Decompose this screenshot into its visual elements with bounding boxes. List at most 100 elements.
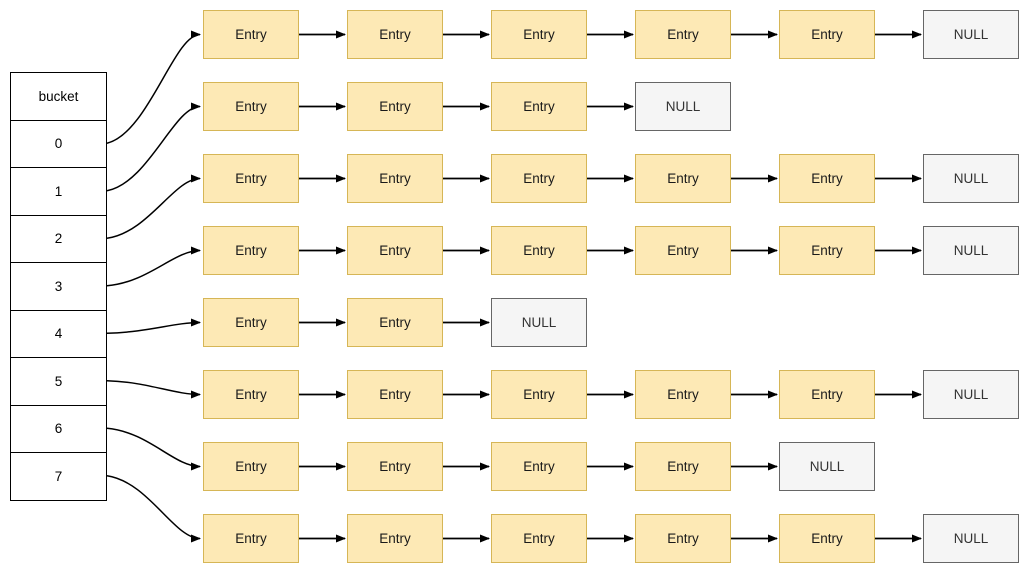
entry-node-label: Entry	[235, 458, 267, 474]
chain-row-6: Entry Entry Entry Entry NULL	[0, 442, 1030, 491]
entry-node[interactable]: Entry	[203, 370, 299, 419]
null-node[interactable]: NULL	[779, 442, 875, 491]
entry-node-label: Entry	[379, 530, 411, 546]
entry-node-label: Entry	[235, 98, 267, 114]
chain-row-1: Entry Entry Entry NULL	[0, 82, 1030, 131]
bucket-row-6[interactable]: 6	[11, 405, 106, 453]
entry-node[interactable]: Entry	[635, 514, 731, 563]
bucket-header-label: bucket	[38, 88, 79, 104]
bucket-index-label: 4	[54, 326, 63, 342]
entry-node[interactable]: Entry	[203, 154, 299, 203]
entry-node[interactable]: Entry	[347, 370, 443, 419]
entry-node-label: Entry	[379, 386, 411, 402]
entry-node[interactable]: Entry	[203, 10, 299, 59]
entry-node-label: Entry	[523, 98, 555, 114]
entry-node[interactable]: Entry	[779, 154, 875, 203]
chain-row-0: Entry Entry Entry Entry Entry NULL	[0, 10, 1030, 59]
entry-node[interactable]: Entry	[347, 154, 443, 203]
chain-row-2: Entry Entry Entry Entry Entry NULL	[0, 154, 1030, 203]
bucket-row-4[interactable]: 4	[11, 310, 106, 358]
bucket-row-3[interactable]: 3	[11, 263, 106, 311]
bucket-index-label: 2	[54, 231, 63, 247]
entry-node-label: Entry	[667, 458, 699, 474]
entry-node-label: Entry	[235, 386, 267, 402]
bucket-row-1[interactable]: 1	[11, 168, 106, 216]
entry-node-label: Entry	[379, 242, 411, 258]
entry-node-label: Entry	[523, 26, 555, 42]
entry-node[interactable]: Entry	[779, 370, 875, 419]
chain-row-5: Entry Entry Entry Entry Entry NULL	[0, 370, 1030, 419]
bucket-index-label: 1	[54, 183, 63, 199]
entry-node[interactable]: Entry	[347, 298, 443, 347]
entry-node[interactable]: Entry	[635, 10, 731, 59]
null-node-label: NULL	[953, 26, 989, 42]
entry-node-label: Entry	[523, 242, 555, 258]
bucket-index-label: 5	[54, 373, 63, 389]
entry-node[interactable]: Entry	[491, 10, 587, 59]
null-node-label: NULL	[953, 242, 989, 258]
bucket-row-7[interactable]: 7	[11, 453, 106, 501]
entry-node[interactable]: Entry	[203, 82, 299, 131]
entry-node[interactable]: Entry	[491, 370, 587, 419]
entry-node[interactable]: Entry	[491, 226, 587, 275]
entry-node[interactable]: Entry	[779, 226, 875, 275]
entry-node[interactable]: Entry	[203, 514, 299, 563]
null-node-label: NULL	[809, 458, 845, 474]
null-node[interactable]: NULL	[923, 514, 1019, 563]
null-node[interactable]: NULL	[491, 298, 587, 347]
entry-node-label: Entry	[523, 170, 555, 186]
entry-node[interactable]: Entry	[491, 442, 587, 491]
entry-node-label: Entry	[523, 530, 555, 546]
null-node-label: NULL	[953, 170, 989, 186]
entry-node-label: Entry	[811, 242, 843, 258]
entry-node[interactable]: Entry	[779, 514, 875, 563]
chain-row-3: Entry Entry Entry Entry Entry NULL	[0, 226, 1030, 275]
bucket-index-label: 7	[54, 468, 63, 484]
null-node-label: NULL	[953, 386, 989, 402]
entry-node[interactable]: Entry	[203, 226, 299, 275]
entry-node[interactable]: Entry	[347, 442, 443, 491]
entry-node[interactable]: Entry	[635, 226, 731, 275]
entry-node[interactable]: Entry	[347, 226, 443, 275]
entry-node[interactable]: Entry	[347, 514, 443, 563]
entry-node[interactable]: Entry	[635, 370, 731, 419]
entry-node[interactable]: Entry	[635, 442, 731, 491]
entry-node[interactable]: Entry	[635, 154, 731, 203]
entry-node-label: Entry	[379, 170, 411, 186]
bucket-row-0[interactable]: 0	[11, 120, 106, 168]
null-node-label: NULL	[521, 314, 557, 330]
null-node[interactable]: NULL	[923, 226, 1019, 275]
entry-node-label: Entry	[235, 26, 267, 42]
null-node-label: NULL	[665, 98, 701, 114]
bucket-row-5[interactable]: 5	[11, 358, 106, 406]
chain-container: Entry Entry Entry Entry Entry NULL Entry Entry E…	[0, 0, 1030, 575]
bucket-index-label: 6	[54, 421, 63, 437]
entry-node-label: Entry	[811, 26, 843, 42]
entry-node[interactable]: Entry	[347, 10, 443, 59]
entry-node-label: Entry	[523, 386, 555, 402]
entry-node[interactable]: Entry	[779, 10, 875, 59]
entry-node-label: Entry	[667, 242, 699, 258]
null-node[interactable]: NULL	[635, 82, 731, 131]
entry-node-label: Entry	[667, 530, 699, 546]
bucket-row-2[interactable]: 2	[11, 215, 106, 263]
null-node[interactable]: NULL	[923, 154, 1019, 203]
entry-node-label: Entry	[379, 26, 411, 42]
chain-row-4: Entry Entry NULL	[0, 298, 1030, 347]
entry-node-label: Entry	[811, 170, 843, 186]
entry-node-label: Entry	[811, 386, 843, 402]
entry-node[interactable]: Entry	[491, 154, 587, 203]
entry-node[interactable]: Entry	[347, 82, 443, 131]
chain-row-7: Entry Entry Entry Entry Entry NULL	[0, 514, 1030, 563]
null-node[interactable]: NULL	[923, 10, 1019, 59]
entry-node[interactable]: Entry	[203, 442, 299, 491]
entry-node-label: Entry	[523, 458, 555, 474]
bucket-index-label: 0	[54, 136, 63, 152]
entry-node-label: Entry	[235, 170, 267, 186]
entry-node[interactable]: Entry	[491, 514, 587, 563]
entry-node-label: Entry	[235, 314, 267, 330]
entry-node-label: Entry	[235, 242, 267, 258]
entry-node[interactable]: Entry	[491, 82, 587, 131]
null-node[interactable]: NULL	[923, 370, 1019, 419]
entry-node[interactable]: Entry	[203, 298, 299, 347]
